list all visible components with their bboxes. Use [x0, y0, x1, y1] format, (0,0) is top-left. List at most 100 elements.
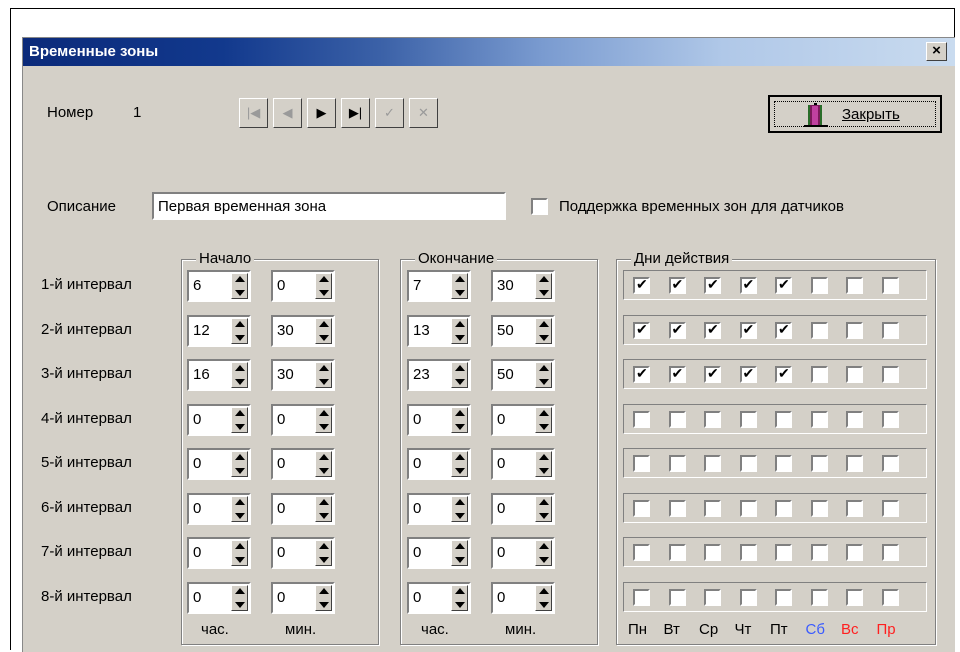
day-checkbox[interactable] — [881, 322, 899, 339]
up-down-arrows-icon[interactable] — [231, 496, 248, 522]
day-checkbox[interactable] — [704, 411, 721, 428]
day-checkbox[interactable] — [739, 500, 757, 517]
day-checkbox[interactable] — [846, 455, 863, 472]
description-input[interactable]: Первая временная зона — [152, 192, 506, 220]
day-checkbox[interactable]: ✔ — [668, 321, 686, 339]
prev-record-button[interactable]: ◀ — [273, 98, 302, 128]
window-close-button[interactable]: × — [926, 42, 947, 61]
day-checkbox[interactable] — [810, 544, 828, 561]
up-down-arrows-icon[interactable] — [315, 273, 332, 299]
sensor-support-checkbox[interactable] — [531, 198, 548, 215]
day-checkbox[interactable] — [846, 322, 863, 339]
day-checkbox[interactable] — [775, 500, 792, 517]
day-checkbox[interactable] — [633, 411, 650, 428]
up-down-arrows-icon[interactable] — [231, 585, 248, 611]
day-checkbox[interactable] — [810, 411, 828, 428]
first-record-button[interactable]: |◀ — [239, 98, 268, 128]
up-down-arrows-icon[interactable] — [315, 451, 332, 477]
day-checkbox[interactable] — [881, 589, 899, 606]
cancel-edit-button[interactable]: ✕ — [409, 98, 438, 128]
up-down-arrows-icon[interactable] — [535, 362, 552, 388]
day-checkbox[interactable] — [704, 589, 721, 606]
close-button[interactable]: Закрыть — [768, 95, 942, 133]
end-minutes-spinner[interactable]: 0 — [491, 537, 555, 569]
day-checkbox[interactable] — [881, 500, 899, 517]
day-checkbox[interactable] — [704, 455, 721, 472]
day-checkbox[interactable] — [704, 500, 721, 517]
start-minutes-spinner[interactable]: 0 — [271, 582, 335, 614]
day-checkbox[interactable] — [846, 500, 863, 517]
start-minutes-spinner[interactable]: 0 — [271, 493, 335, 525]
day-checkbox[interactable] — [881, 544, 899, 561]
start-hours-spinner[interactable]: 16 — [187, 359, 251, 391]
up-down-arrows-icon[interactable] — [315, 362, 332, 388]
day-checkbox[interactable]: ✔ — [775, 276, 792, 294]
day-checkbox[interactable]: ✔ — [775, 365, 792, 383]
up-down-arrows-icon[interactable] — [231, 318, 248, 344]
day-checkbox[interactable] — [739, 544, 757, 561]
end-hours-spinner[interactable]: 0 — [407, 404, 471, 436]
day-checkbox[interactable] — [668, 411, 686, 428]
end-minutes-spinner[interactable]: 50 — [491, 359, 555, 391]
day-checkbox[interactable] — [668, 500, 686, 517]
day-checkbox[interactable]: ✔ — [633, 276, 650, 294]
up-down-arrows-icon[interactable] — [451, 318, 468, 344]
up-down-arrows-icon[interactable] — [315, 585, 332, 611]
day-checkbox[interactable] — [810, 455, 828, 472]
end-hours-spinner[interactable]: 7 — [407, 270, 471, 302]
up-down-arrows-icon[interactable] — [535, 451, 552, 477]
day-checkbox[interactable]: ✔ — [704, 276, 721, 294]
day-checkbox[interactable] — [739, 411, 757, 428]
day-checkbox[interactable] — [846, 277, 863, 294]
up-down-arrows-icon[interactable] — [315, 540, 332, 566]
up-down-arrows-icon[interactable] — [535, 496, 552, 522]
end-hours-spinner[interactable]: 13 — [407, 315, 471, 347]
start-minutes-spinner[interactable]: 0 — [271, 404, 335, 436]
up-down-arrows-icon[interactable] — [451, 540, 468, 566]
start-minutes-spinner[interactable]: 0 — [271, 270, 335, 302]
day-checkbox[interactable] — [633, 589, 650, 606]
up-down-arrows-icon[interactable] — [315, 318, 332, 344]
day-checkbox[interactable]: ✔ — [668, 276, 686, 294]
day-checkbox[interactable] — [846, 544, 863, 561]
up-down-arrows-icon[interactable] — [231, 273, 248, 299]
start-hours-spinner[interactable]: 12 — [187, 315, 251, 347]
start-minutes-spinner[interactable]: 0 — [271, 537, 335, 569]
day-checkbox[interactable] — [810, 277, 828, 294]
start-hours-spinner[interactable]: 0 — [187, 448, 251, 480]
up-down-arrows-icon[interactable] — [535, 318, 552, 344]
day-checkbox[interactable] — [739, 589, 757, 606]
day-checkbox[interactable] — [881, 366, 899, 383]
up-down-arrows-icon[interactable] — [231, 407, 248, 433]
start-hours-spinner[interactable]: 0 — [187, 537, 251, 569]
day-checkbox[interactable] — [846, 589, 863, 606]
start-hours-spinner[interactable]: 0 — [187, 493, 251, 525]
up-down-arrows-icon[interactable] — [451, 362, 468, 388]
end-hours-spinner[interactable]: 0 — [407, 493, 471, 525]
up-down-arrows-icon[interactable] — [231, 451, 248, 477]
day-checkbox[interactable] — [810, 589, 828, 606]
day-checkbox[interactable] — [633, 455, 650, 472]
up-down-arrows-icon[interactable] — [315, 496, 332, 522]
up-down-arrows-icon[interactable] — [231, 362, 248, 388]
day-checkbox[interactable]: ✔ — [739, 276, 757, 294]
day-checkbox[interactable]: ✔ — [739, 321, 757, 339]
day-checkbox[interactable] — [881, 277, 899, 294]
day-checkbox[interactable] — [846, 366, 863, 383]
next-record-button[interactable]: ▶ — [307, 98, 336, 128]
day-checkbox[interactable] — [739, 455, 757, 472]
up-down-arrows-icon[interactable] — [535, 273, 552, 299]
day-checkbox[interactable]: ✔ — [704, 365, 721, 383]
start-minutes-spinner[interactable]: 0 — [271, 448, 335, 480]
day-checkbox[interactable] — [810, 500, 828, 517]
up-down-arrows-icon[interactable] — [315, 407, 332, 433]
day-checkbox[interactable]: ✔ — [668, 365, 686, 383]
end-minutes-spinner[interactable]: 0 — [491, 493, 555, 525]
end-hours-spinner[interactable]: 0 — [407, 448, 471, 480]
day-checkbox[interactable] — [775, 411, 792, 428]
day-checkbox[interactable] — [846, 411, 863, 428]
day-checkbox[interactable] — [775, 544, 792, 561]
day-checkbox[interactable]: ✔ — [704, 321, 721, 339]
day-checkbox[interactable]: ✔ — [633, 365, 650, 383]
up-down-arrows-icon[interactable] — [535, 540, 552, 566]
